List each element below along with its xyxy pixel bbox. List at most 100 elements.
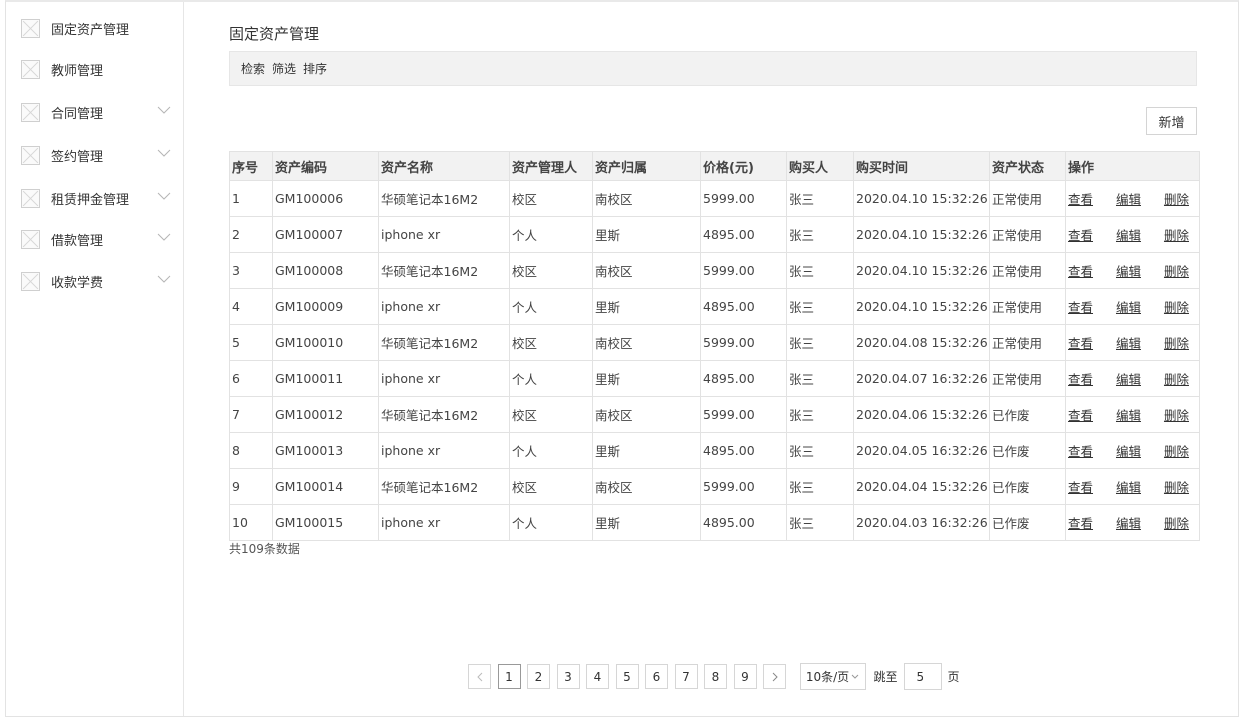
- edit-link[interactable]: 编辑: [1116, 369, 1141, 388]
- edit-link[interactable]: 编辑: [1116, 225, 1141, 244]
- page-number-button[interactable]: 4: [586, 664, 609, 689]
- sidebar-item[interactable]: 固定资产管理: [21, 16, 171, 40]
- sidebar-item[interactable]: 教师管理: [21, 57, 171, 81]
- table-cell: 校区: [509, 180, 593, 217]
- jump-page-input[interactable]: [903, 663, 942, 690]
- edit-link[interactable]: 编辑: [1116, 261, 1141, 280]
- asset-table: 序号 资产编码 资产名称 资产管理人 资产归属 价格(元) 购买人 购买时间 资产状态 操作 1G…: [229, 151, 1200, 541]
- table-cell: 张三: [786, 360, 854, 397]
- table-row: 6 GM100011 iphone xr 个人 里斯 4895.00 张三 2020.04.0…: [229, 360, 1200, 397]
- table-cell: 7: [229, 396, 273, 433]
- view-link[interactable]: 查看: [1068, 189, 1093, 208]
- edit-link[interactable]: 编辑: [1116, 477, 1141, 496]
- sidebar-item-label: 签约管理: [51, 149, 104, 165]
- edit-link[interactable]: 编辑: [1116, 297, 1141, 316]
- chevron-down-icon[interactable]: [157, 273, 171, 285]
- page-number-button[interactable]: 1: [497, 664, 521, 689]
- delete-link[interactable]: 删除: [1164, 405, 1189, 424]
- action-links: 查看 编辑 删除: [1068, 441, 1199, 460]
- table-cell: 正常使用: [989, 288, 1066, 325]
- page-number-button[interactable]: 3: [556, 664, 580, 689]
- sidebar-item-label: 借款管理: [51, 233, 104, 249]
- add-asset-button[interactable]: 新增: [1146, 107, 1197, 135]
- table-cell: 2020.04.06 15:32:26: [853, 396, 990, 433]
- table-cell: 4895.00: [700, 216, 787, 253]
- edit-link[interactable]: 编辑: [1116, 189, 1141, 208]
- sidebar-item[interactable]: 合同管理: [21, 100, 171, 124]
- view-link[interactable]: 查看: [1068, 405, 1093, 424]
- table-cell: GM100011: [272, 360, 379, 397]
- chevron-down-icon[interactable]: [157, 104, 171, 116]
- sidebar-item[interactable]: 收款学费: [21, 269, 171, 293]
- table-cell: iphone xr: [378, 288, 510, 325]
- table-cell: 6: [229, 360, 273, 397]
- table-cell: 里斯: [592, 504, 701, 541]
- edit-link[interactable]: 编辑: [1116, 333, 1141, 352]
- edit-link[interactable]: 编辑: [1116, 405, 1141, 424]
- page-number-button[interactable]: 8: [704, 664, 727, 689]
- page-number-button[interactable]: 9: [733, 664, 757, 689]
- page-number-button[interactable]: 5: [615, 664, 639, 689]
- table-cell: 4895.00: [700, 432, 787, 469]
- delete-link[interactable]: 删除: [1164, 333, 1189, 352]
- table-cell: 4: [229, 288, 273, 325]
- view-link[interactable]: 查看: [1068, 477, 1093, 496]
- view-link[interactable]: 查看: [1068, 297, 1093, 316]
- table-cell: 张三: [786, 468, 854, 505]
- table-cell: 5: [229, 324, 273, 361]
- prev-page-button[interactable]: [468, 664, 491, 689]
- action-links: 查看 编辑 删除: [1068, 405, 1199, 424]
- delete-link[interactable]: 删除: [1164, 477, 1189, 496]
- table-row: 7 GM100012 华硕笔记本16M2 校区 南校区 5999.00 张三 2020.04.…: [229, 396, 1200, 433]
- chevron-down-icon[interactable]: [157, 147, 171, 159]
- table-cell: 南校区: [592, 180, 701, 217]
- page-number-button[interactable]: 7: [674, 664, 698, 689]
- sidebar-item[interactable]: 租赁押金管理: [21, 186, 171, 210]
- table-cell: GM100013: [272, 432, 379, 469]
- page-size-select[interactable]: 10条/页: [799, 663, 866, 690]
- delete-link[interactable]: 删除: [1164, 513, 1189, 532]
- delete-link[interactable]: 删除: [1164, 225, 1189, 244]
- delete-link[interactable]: 删除: [1164, 189, 1189, 208]
- row-actions: 查看 编辑 删除: [1065, 468, 1200, 505]
- table-cell: 4895.00: [700, 288, 787, 325]
- sidebar-item-label: 租赁押金管理: [51, 192, 130, 208]
- next-page-button[interactable]: [763, 664, 786, 689]
- table-cell: 校区: [509, 324, 593, 361]
- edit-link[interactable]: 编辑: [1116, 513, 1141, 532]
- delete-link[interactable]: 删除: [1164, 297, 1189, 316]
- page-number-button[interactable]: 6: [645, 664, 668, 689]
- table-cell: 5999.00: [700, 468, 787, 505]
- chevron-right-icon: [772, 672, 778, 681]
- view-link[interactable]: 查看: [1068, 261, 1093, 280]
- page-number-button[interactable]: 2: [527, 664, 550, 689]
- action-links: 查看 编辑 删除: [1068, 297, 1199, 316]
- table-cell: 正常使用: [989, 252, 1066, 289]
- table-cell: GM100009: [272, 288, 379, 325]
- action-links: 查看 编辑 删除: [1068, 513, 1199, 532]
- search-button[interactable]: 检索: [241, 60, 265, 77]
- sidebar-item[interactable]: 借款管理: [21, 227, 171, 251]
- placeholder-image-icon: [21, 145, 40, 165]
- edit-link[interactable]: 编辑: [1116, 441, 1141, 460]
- view-link[interactable]: 查看: [1068, 513, 1093, 532]
- sidebar-item-label: 合同管理: [51, 106, 104, 122]
- view-link[interactable]: 查看: [1068, 441, 1093, 460]
- sidebar-item-label: 收款学费: [51, 275, 104, 291]
- delete-link[interactable]: 删除: [1164, 261, 1189, 280]
- sidebar-item[interactable]: 签约管理: [21, 143, 171, 167]
- view-link[interactable]: 查看: [1068, 225, 1093, 244]
- filter-button[interactable]: 筛选: [272, 60, 296, 77]
- chevron-down-icon[interactable]: [157, 231, 171, 243]
- view-link[interactable]: 查看: [1068, 369, 1093, 388]
- delete-link[interactable]: 删除: [1164, 369, 1189, 388]
- sort-button[interactable]: 排序: [303, 60, 327, 77]
- table-cell: 已作废: [989, 468, 1066, 505]
- table-cell: 张三: [786, 396, 854, 433]
- row-actions: 查看 编辑 删除: [1065, 396, 1200, 433]
- table-cell: 5999.00: [700, 396, 787, 433]
- chevron-down-icon[interactable]: [157, 190, 171, 202]
- table-cell: 2: [229, 216, 273, 253]
- view-link[interactable]: 查看: [1068, 333, 1093, 352]
- delete-link[interactable]: 删除: [1164, 441, 1189, 460]
